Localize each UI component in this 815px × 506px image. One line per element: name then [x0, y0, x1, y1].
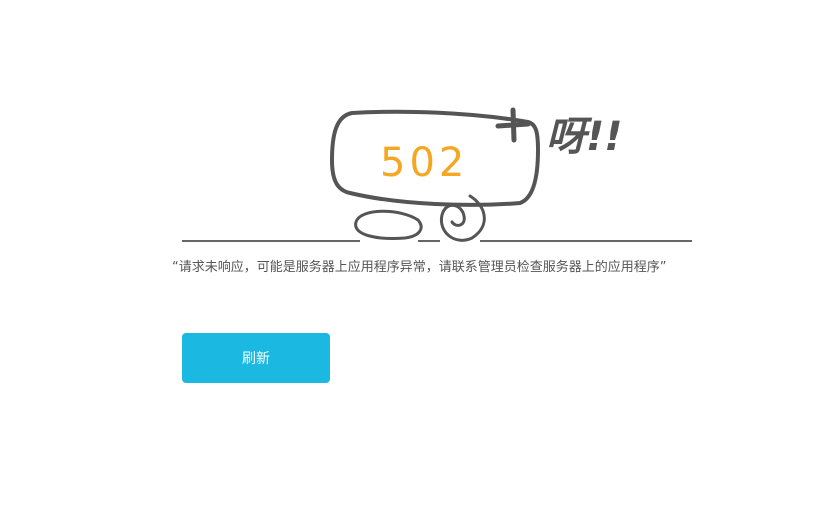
exclamation-text: 呀!! [546, 114, 622, 160]
plus-icon-v [510, 107, 517, 143]
error-code-text: 502 [380, 140, 468, 186]
refresh-button[interactable]: 刷新 [182, 333, 330, 383]
error-page: 502 呀!! “请求未响应，可能是服务器上应用程序异常，请联系管理员检查服务器… [0, 0, 815, 506]
monitor-base-icon [354, 209, 423, 240]
error-502-illustration: 502 呀!! [182, 107, 692, 242]
error-message: “请求未响应，可能是服务器上应用程序异常，请联系管理员检查服务器上的应用程序” [172, 260, 667, 275]
